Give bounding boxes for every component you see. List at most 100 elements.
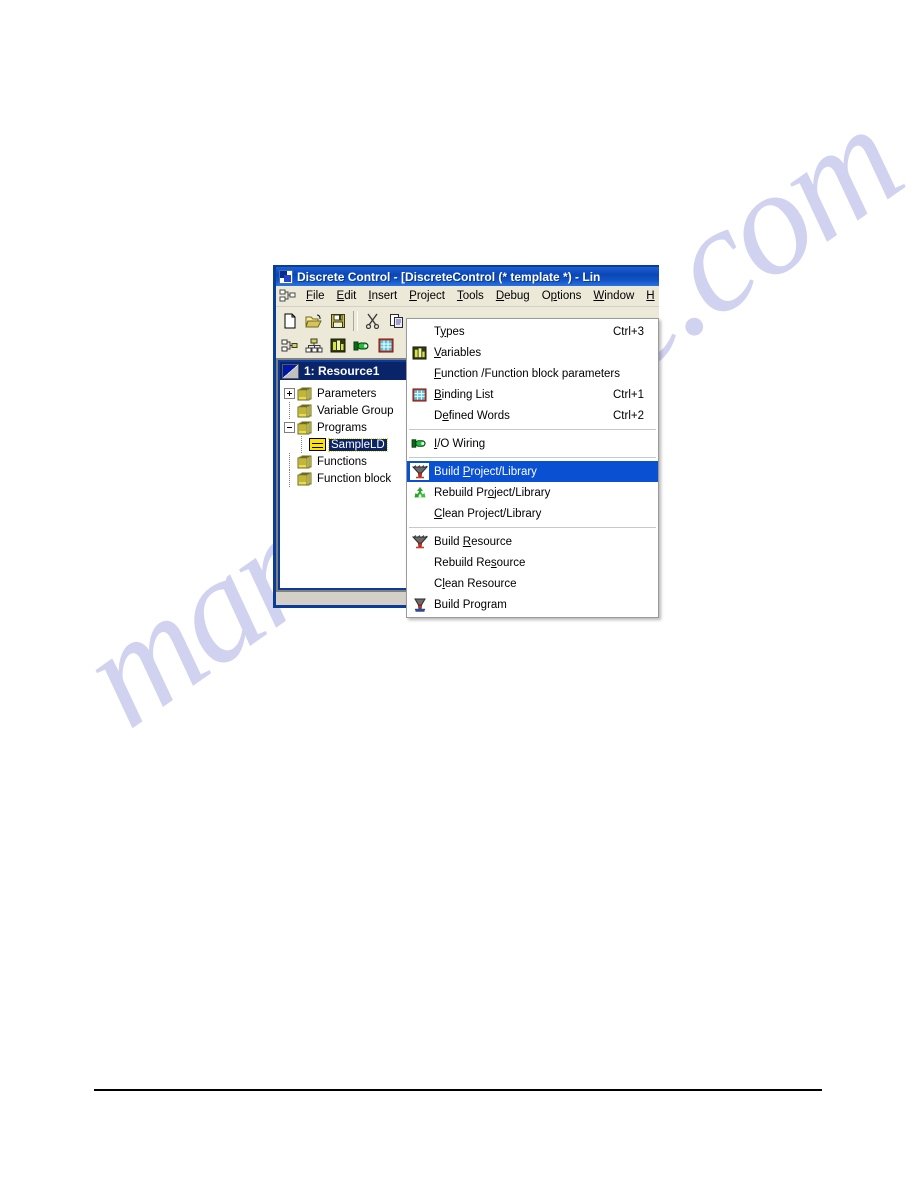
menu-help[interactable]: H [640, 288, 659, 304]
folder-icon [297, 455, 313, 469]
menu-item-defined-words-label: Defined Words [434, 410, 593, 422]
menu-item-rebuild-project-library[interactable]: Rebuild Project/Library [407, 482, 658, 503]
tree-label-variable-group: Variable Group [317, 404, 394, 417]
menu-edit[interactable]: Edit [331, 288, 363, 304]
menu-insert-label: nsert [371, 290, 398, 302]
no-icon [409, 322, 430, 341]
defined-post: fined Words [448, 409, 510, 422]
mdi-child-title: 1: Resource1 [304, 364, 380, 378]
tree-label-parameters: Parameters [317, 387, 377, 400]
menu-item-types-accel: Ctrl+3 [613, 325, 644, 338]
menu-item-io-wiring[interactable]: I/O Wiring [407, 433, 658, 454]
rebuildres-post: ource [496, 556, 526, 569]
menu-item-fb-params-label: Function /Function block parameters [434, 368, 624, 380]
menu-window[interactable]: Window [587, 288, 640, 304]
no-icon [409, 574, 430, 593]
hierarchy-icon[interactable] [278, 335, 301, 357]
menu-debug[interactable]: Debug [490, 288, 536, 304]
tree-label-functions: Functions [317, 455, 367, 468]
window-titlebar: Discrete Control - [DiscreteControl (* t… [276, 267, 659, 286]
menu-window-label: indow [604, 290, 635, 302]
menu-separator-2 [409, 457, 656, 458]
io-wiring-icon [409, 434, 430, 453]
menu-item-binding-list-accel: Ctrl+1 [613, 388, 644, 401]
menu-file-label: ile [313, 290, 325, 302]
tree-connector [284, 470, 297, 487]
cleanres-post: ean Resource [444, 577, 517, 590]
menu-item-rebuild-resource[interactable]: Rebuild Resource [407, 552, 658, 573]
window-title: Discrete Control - [DiscreteControl (* t… [297, 269, 601, 284]
menu-item-clean-project-library-label: Clean Project/Library [434, 508, 624, 520]
app-icon [279, 269, 293, 284]
menu-item-variables[interactable]: Variables [407, 342, 658, 363]
new-file-icon[interactable] [278, 310, 301, 332]
menu-item-binding-list[interactable]: Binding List Ctrl+1 [407, 384, 658, 405]
menu-item-clean-resource-label: Clean Resource [434, 578, 624, 590]
menu-item-clean-resource[interactable]: Clean Resource [407, 573, 658, 594]
menu-tools[interactable]: Tools [451, 288, 490, 304]
buildres-post: esource [471, 535, 513, 548]
menu-item-build-project-library[interactable]: Build Project/Library [407, 461, 658, 482]
network-icon[interactable] [302, 335, 325, 357]
save-disk-icon[interactable] [326, 310, 349, 332]
program-icon [309, 438, 326, 451]
menu-item-binding-list-label: Binding List [434, 389, 593, 401]
menu-file[interactable]: File [300, 288, 331, 304]
menu-item-build-program[interactable]: Build Program [407, 594, 658, 615]
rebuildpl-post: ject/Library [494, 486, 551, 499]
expander-minus-icon[interactable] [284, 422, 295, 433]
menu-debug-key: D [495, 290, 505, 302]
menu-item-build-program-label: Build Program [434, 599, 624, 611]
menu-item-types[interactable]: Types Ctrl+3 [407, 321, 658, 342]
menu-options-pre: O [541, 290, 551, 302]
menu-item-build-resource[interactable]: Build Resource [407, 531, 658, 552]
menu-debug-label: ebug [504, 290, 530, 302]
menu-item-clean-project-library[interactable]: Clean Project/Library [407, 503, 658, 524]
menu-tools-label: ools [462, 290, 484, 302]
rebuildpl-pre: Rebuild Pr [434, 486, 488, 499]
no-icon [409, 553, 430, 572]
binding-post: inding List [441, 388, 494, 401]
buildres-pre: Build [434, 535, 463, 548]
tree-label-function-block: Function block [317, 472, 392, 485]
menu-item-function-function-block-parameters[interactable]: Function /Function block parameters [407, 363, 658, 384]
binding-list-icon[interactable] [374, 335, 397, 357]
project-dropdown-menu: Types Ctrl+3 Variables Function /Functio… [406, 318, 659, 618]
rebuildres-pre: Rebuild Re [434, 556, 491, 569]
buildpl-post: roject/Library [470, 465, 537, 478]
cut-scissors-icon[interactable] [361, 310, 384, 332]
folder-icon [297, 404, 313, 418]
page-footer-rule [94, 1089, 822, 1091]
buildprog-post: ram [487, 598, 507, 611]
toolbar-separator [353, 310, 358, 331]
menu-item-types-label: Types [434, 326, 593, 338]
menu-project[interactable]: Project [403, 288, 451, 304]
expander-plus-icon[interactable] [284, 388, 295, 399]
binding-list-icon [409, 385, 430, 404]
menu-item-defined-words[interactable]: Defined Words Ctrl+2 [407, 405, 658, 426]
buildres-key: R [462, 535, 472, 548]
menu-item-rebuild-project-library-label: Rebuild Project/Library [434, 487, 624, 499]
menu-item-variables-label: Variables [434, 347, 624, 359]
menu-options[interactable]: Options [536, 288, 588, 304]
fbparams-key: F [434, 367, 442, 380]
open-folder-icon[interactable] [302, 310, 325, 332]
no-icon [409, 406, 430, 425]
mdi-system-icon[interactable] [279, 288, 296, 304]
io-wiring-icon[interactable] [350, 335, 373, 357]
menu-insert[interactable]: Insert [362, 288, 403, 304]
tree-connector [284, 402, 297, 419]
menu-item-defined-words-accel: Ctrl+2 [613, 409, 644, 422]
copy-icon[interactable] [385, 310, 408, 332]
build-resource-icon [409, 532, 430, 551]
menu-bar: File Edit Insert Project Tools Debug Opt… [276, 286, 659, 307]
tree-connector [296, 436, 309, 453]
resource-icon [282, 363, 299, 379]
folder-icon [297, 387, 313, 401]
menu-project-label: roject [416, 290, 445, 302]
variables-icon[interactable] [326, 335, 349, 357]
menu-item-build-resource-label: Build Resource [434, 536, 624, 548]
menu-separator-1 [409, 429, 656, 430]
tree-label-programs: Programs [317, 421, 367, 434]
